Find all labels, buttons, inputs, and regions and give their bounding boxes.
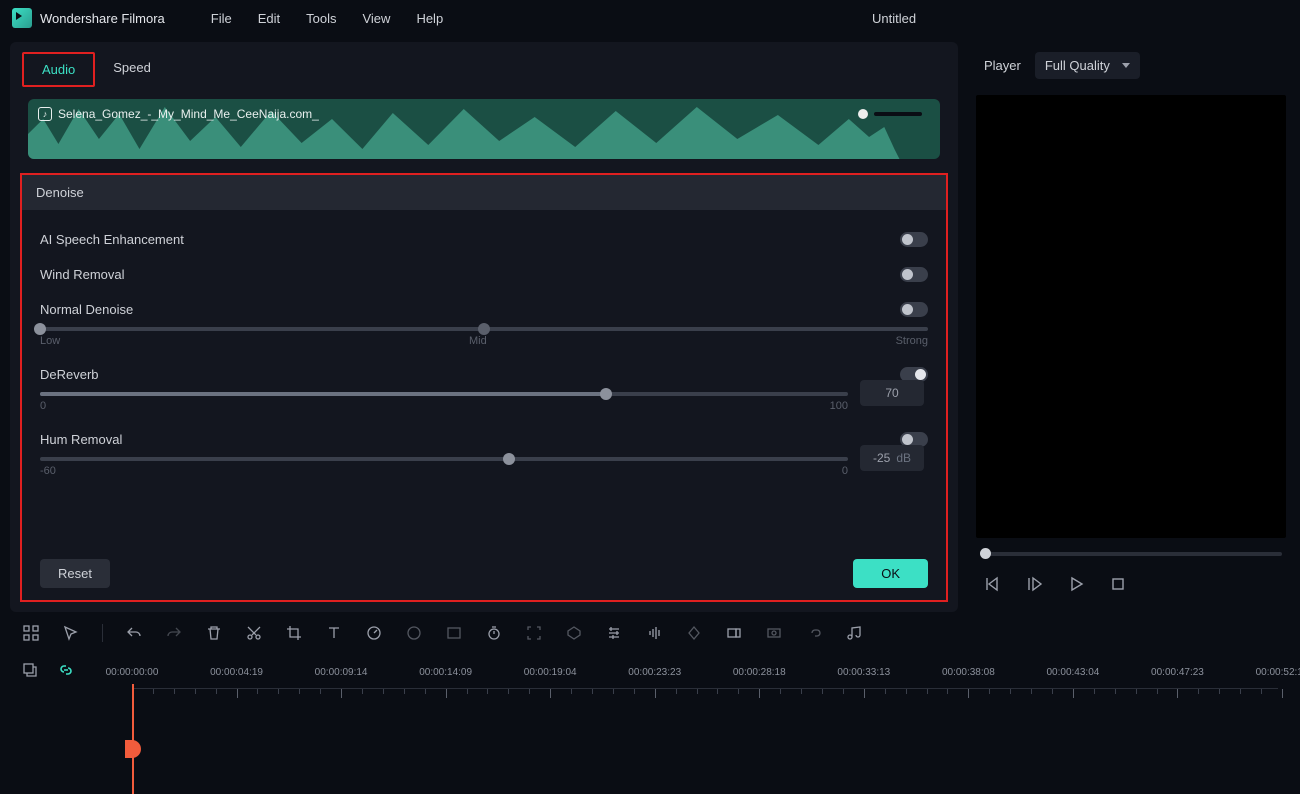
ruler-tick: 00:00:47:23 xyxy=(1151,667,1204,678)
play-pause-button[interactable] xyxy=(1024,574,1044,594)
menu-edit[interactable]: Edit xyxy=(258,11,280,26)
ruler-tick: 00:00:43:04 xyxy=(1046,667,1099,678)
undo-icon[interactable] xyxy=(125,624,143,642)
stop-button[interactable] xyxy=(1108,574,1128,594)
text-icon[interactable] xyxy=(325,624,343,642)
panel-tabs: Audio Speed xyxy=(10,42,958,87)
player-scrubber[interactable] xyxy=(980,552,1282,556)
normal-denoise-mid-marker xyxy=(478,323,490,335)
timeline-track[interactable] xyxy=(132,714,1278,774)
ruler-tick: 00:00:23:23 xyxy=(628,667,681,678)
timeline-ruler[interactable]: 00:00:00:0000:00:04:1900:00:09:1400:00:1… xyxy=(132,688,1278,714)
menu-view[interactable]: View xyxy=(362,11,390,26)
ok-button[interactable]: OK xyxy=(853,559,928,588)
normal-denoise-thumb[interactable] xyxy=(34,323,46,335)
ruler-tick: 00:00:04:19 xyxy=(210,667,263,678)
app-name: Wondershare Filmora xyxy=(40,11,165,26)
color-icon[interactable] xyxy=(405,624,423,642)
marker-icon[interactable] xyxy=(725,624,743,642)
focus-icon[interactable] xyxy=(525,624,543,642)
timer-icon[interactable] xyxy=(485,624,503,642)
ruler-tick: 00:00:28:18 xyxy=(733,667,786,678)
music-icon: ♪ xyxy=(38,107,52,121)
hum-max: 0 xyxy=(842,465,848,477)
logo-icon xyxy=(12,8,32,28)
reset-button[interactable]: Reset xyxy=(40,559,110,588)
dereverb-slider[interactable]: 70 xyxy=(40,392,848,396)
ruler-tick: 00:00:33:13 xyxy=(837,667,890,678)
prev-frame-button[interactable] xyxy=(982,574,1002,594)
music-track-icon[interactable] xyxy=(845,624,863,642)
keyframe-icon[interactable] xyxy=(685,624,703,642)
delete-icon[interactable] xyxy=(205,624,223,642)
document-title: Untitled xyxy=(872,11,916,26)
audio-adjust-icon[interactable] xyxy=(645,624,663,642)
link-icon[interactable] xyxy=(805,624,823,642)
tab-speed[interactable]: Speed xyxy=(95,52,169,87)
ruler-tick: 00:00:00:00 xyxy=(106,667,159,678)
audio-waveform[interactable]: ♪ Selena_Gomez_-_My_Mind_Me_CeeNaija.com… xyxy=(28,99,940,159)
ruler-tick: 00:00:14:09 xyxy=(419,667,472,678)
normal-denoise-label: Normal Denoise xyxy=(40,302,133,317)
hum-value[interactable]: -25dB xyxy=(860,445,924,471)
mask-icon[interactable] xyxy=(565,624,583,642)
normal-max-label: Strong xyxy=(896,335,928,347)
ai-speech-toggle[interactable] xyxy=(900,232,928,247)
app-logo: Wondershare Filmora xyxy=(12,8,165,28)
menu-tools[interactable]: Tools xyxy=(306,11,336,26)
menu-list: File Edit Tools View Help xyxy=(211,11,443,26)
player-scrub-thumb[interactable] xyxy=(980,548,991,559)
denoise-section: Denoise AI Speech Enhancement Wind Remov… xyxy=(20,173,948,602)
clip-filename: Selena_Gomez_-_My_Mind_Me_CeeNaija.com_ xyxy=(58,107,319,121)
quality-select[interactable]: Full Quality xyxy=(1035,52,1140,79)
dereverb-label: DeReverb xyxy=(40,367,99,382)
ruler-tick: 00:00:52:18 xyxy=(1256,667,1300,678)
hum-min: -60 xyxy=(40,465,56,477)
hum-slider[interactable]: -25dB xyxy=(40,457,848,461)
player-label: Player xyxy=(984,58,1021,73)
normal-denoise-slider[interactable] xyxy=(40,327,928,331)
timeline-toolbar xyxy=(0,612,1300,654)
link-track-icon[interactable] xyxy=(58,662,76,680)
green-screen-icon[interactable] xyxy=(445,624,463,642)
audio-panel: Audio Speed ♪ Selena_Gomez_-_My_Mind_Me_… xyxy=(10,42,958,612)
ai-speech-label: AI Speech Enhancement xyxy=(40,232,184,247)
preview-viewport[interactable] xyxy=(976,95,1286,538)
menu-file[interactable]: File xyxy=(211,11,232,26)
hum-thumb[interactable] xyxy=(503,453,515,465)
dereverb-thumb[interactable] xyxy=(600,388,612,400)
normal-min-label: Low xyxy=(40,335,60,347)
playhead[interactable] xyxy=(132,684,134,794)
menu-help[interactable]: Help xyxy=(416,11,443,26)
timeline: 00:00:00:00 00:00:04:19 00:00:09:14 00:00:1… xyxy=(0,654,1300,774)
normal-denoise-toggle[interactable] xyxy=(900,302,928,317)
redo-icon[interactable] xyxy=(165,624,183,642)
normal-mid-label: Mid xyxy=(469,335,487,347)
adjust-icon[interactable] xyxy=(605,624,623,642)
dereverb-max: 100 xyxy=(830,400,848,412)
play-button[interactable] xyxy=(1066,574,1086,594)
menubar: Wondershare Filmora File Edit Tools View… xyxy=(0,0,1300,36)
ruler-tick: 00:00:38:08 xyxy=(942,667,995,678)
layout-icon[interactable] xyxy=(22,624,40,642)
dereverb-value[interactable]: 70 xyxy=(860,380,924,406)
add-track-icon[interactable] xyxy=(22,662,40,680)
wind-removal-toggle[interactable] xyxy=(900,267,928,282)
ruler-tick: 00:00:19:04 xyxy=(524,667,577,678)
record-icon[interactable] xyxy=(765,624,783,642)
ruler-tick: 00:00:09:14 xyxy=(315,667,368,678)
dereverb-min: 0 xyxy=(40,400,46,412)
wind-removal-label: Wind Removal xyxy=(40,267,125,282)
cursor-icon[interactable] xyxy=(62,624,80,642)
cut-icon[interactable] xyxy=(245,624,263,642)
hum-removal-label: Hum Removal xyxy=(40,432,122,447)
player-panel: Player Full Quality xyxy=(972,42,1290,612)
tab-audio[interactable]: Audio xyxy=(22,52,95,87)
speed-icon[interactable] xyxy=(365,624,383,642)
crop-icon[interactable] xyxy=(285,624,303,642)
denoise-header[interactable]: Denoise xyxy=(22,175,946,210)
waveform-end-marker[interactable] xyxy=(858,109,922,119)
